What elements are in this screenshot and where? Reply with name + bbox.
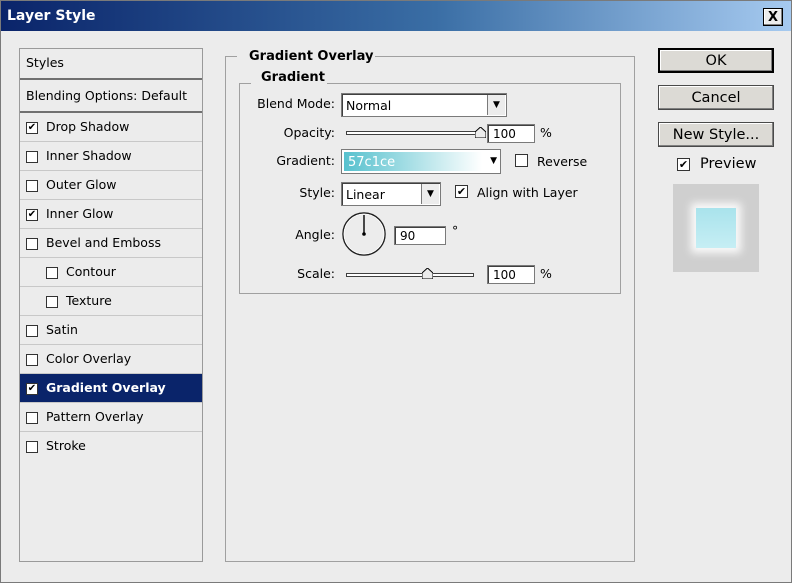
style-checkbox[interactable] xyxy=(46,266,58,279)
styles-list: Styles Blending Options: Default ✔ Drop S… xyxy=(19,48,203,562)
align-with-layer-label: Align with Layer xyxy=(477,185,578,200)
opacity-input[interactable]: 100 xyxy=(487,124,535,143)
blend-mode-label: Blend Mode: xyxy=(257,96,335,111)
scale-slider-thumb[interactable] xyxy=(421,268,433,279)
styles-header[interactable]: Styles xyxy=(20,49,202,78)
align-with-layer-checkbox[interactable]: ✔ xyxy=(455,185,468,198)
style-checkbox[interactable] xyxy=(26,324,38,337)
style-item-label: Contour xyxy=(66,264,116,280)
style-checkbox[interactable] xyxy=(26,353,38,366)
gradient-preview-bar[interactable]: 57c1ce xyxy=(344,152,482,171)
scale-slider[interactable] xyxy=(346,273,474,277)
style-label: Style: xyxy=(299,185,335,200)
reverse-label: Reverse xyxy=(537,154,588,169)
style-checkbox[interactable] xyxy=(26,150,38,163)
gradient-picker[interactable]: 57c1ce ▼ xyxy=(341,149,501,174)
blend-mode-value: Normal xyxy=(346,97,392,113)
style-select[interactable]: Linear ▼ xyxy=(341,182,441,206)
chevron-down-icon[interactable]: ▼ xyxy=(487,95,505,115)
blending-options-item[interactable]: Blending Options: Default xyxy=(20,82,202,111)
scale-input[interactable]: 100 xyxy=(487,265,535,284)
style-checkbox[interactable]: ✔ xyxy=(26,208,38,221)
styles-item-texture[interactable]: Texture xyxy=(20,287,202,316)
style-preview xyxy=(673,184,759,272)
style-item-label: Drop Shadow xyxy=(46,119,130,135)
angle-label: Angle: xyxy=(295,227,335,242)
styles-item-pattern-overlay[interactable]: Pattern Overlay xyxy=(20,403,202,432)
style-checkbox[interactable] xyxy=(26,179,38,192)
scale-percent: % xyxy=(540,266,552,281)
opacity-slider[interactable] xyxy=(346,131,481,135)
window-title: Layer Style xyxy=(7,8,96,24)
opacity-label: Opacity: xyxy=(283,125,335,140)
styles-item-stroke[interactable]: Stroke xyxy=(20,432,202,461)
opacity-slider-thumb[interactable] xyxy=(475,127,486,138)
layer-style-dialog: Layer Style X Styles Blending Options: D… xyxy=(0,0,792,583)
angle-input[interactable]: 90 xyxy=(394,226,446,245)
chevron-down-icon[interactable]: ▼ xyxy=(421,184,439,204)
ok-button[interactable]: OK xyxy=(658,48,774,73)
style-item-label: Bevel and Emboss xyxy=(46,235,161,251)
angle-dial[interactable] xyxy=(341,211,387,257)
gradient-color-text: 57c1ce xyxy=(348,155,396,170)
style-item-label: Inner Shadow xyxy=(46,148,132,164)
cancel-button[interactable]: Cancel xyxy=(658,85,774,110)
styles-item-satin[interactable]: Satin xyxy=(20,316,202,345)
styles-item-outer-glow[interactable]: Outer Glow xyxy=(20,171,202,200)
blend-mode-select[interactable]: Normal ▼ xyxy=(341,93,507,117)
style-item-label: Gradient Overlay xyxy=(46,380,166,396)
style-checkbox[interactable]: ✔ xyxy=(26,382,38,395)
new-style-button[interactable]: New Style... xyxy=(658,122,774,147)
style-item-label: Pattern Overlay xyxy=(46,409,144,425)
style-checkbox[interactable]: ✔ xyxy=(26,121,38,134)
style-item-label: Texture xyxy=(66,293,112,309)
chevron-down-icon[interactable]: ▼ xyxy=(490,156,497,166)
angle-degree: ° xyxy=(452,223,459,238)
style-checkbox[interactable] xyxy=(26,440,38,453)
close-button[interactable]: X xyxy=(763,8,783,26)
gradient-group-title: Gradient xyxy=(259,70,327,85)
styles-item-inner-glow[interactable]: ✔ Inner Glow xyxy=(20,200,202,229)
opacity-percent: % xyxy=(540,125,552,140)
preview-swatch xyxy=(696,208,736,248)
style-checkbox[interactable] xyxy=(46,295,58,308)
styles-item-gradient-overlay[interactable]: ✔ Gradient Overlay xyxy=(20,374,202,403)
reverse-checkbox[interactable] xyxy=(515,154,528,167)
style-checkbox[interactable] xyxy=(26,237,38,250)
styles-item-color-overlay[interactable]: Color Overlay xyxy=(20,345,202,374)
gradient-label: Gradient: xyxy=(276,153,335,168)
styles-item-contour[interactable]: Contour xyxy=(20,258,202,287)
style-item-label: Stroke xyxy=(46,438,86,454)
styles-item-drop-shadow[interactable]: ✔ Drop Shadow xyxy=(20,113,202,142)
gradient-overlay-title: Gradient Overlay xyxy=(247,49,376,64)
style-item-label: Inner Glow xyxy=(46,206,114,222)
preview-label: Preview xyxy=(700,156,757,172)
style-checkbox[interactable] xyxy=(26,411,38,424)
title-bar[interactable]: Layer Style X xyxy=(1,1,791,31)
scale-label: Scale: xyxy=(297,266,335,281)
style-item-label: Outer Glow xyxy=(46,177,117,193)
styles-item-bevel-and-emboss[interactable]: Bevel and Emboss xyxy=(20,229,202,258)
style-item-label: Satin xyxy=(46,322,78,338)
styles-item-inner-shadow[interactable]: Inner Shadow xyxy=(20,142,202,171)
style-value: Linear xyxy=(346,186,385,202)
style-item-label: Color Overlay xyxy=(46,351,132,367)
preview-checkbox[interactable]: ✔ xyxy=(677,158,690,171)
